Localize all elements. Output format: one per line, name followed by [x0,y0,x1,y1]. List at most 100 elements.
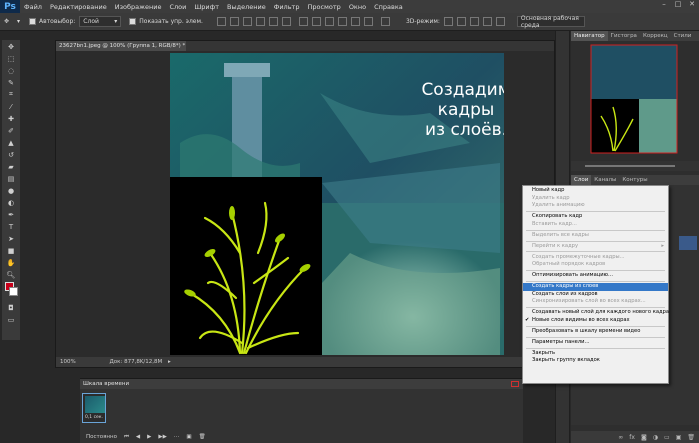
menu-filter[interactable]: Фильтр [270,3,304,11]
context-menu-item[interactable]: Создать кадры из слоев [523,283,668,291]
crop-tool-icon[interactable]: ⌗ [3,89,19,100]
tab-layers[interactable]: Слои [571,175,592,185]
hand-tool-icon[interactable]: ✋ [3,257,19,268]
menu-layers[interactable]: Слои [165,3,190,11]
auto-align-icon[interactable] [380,17,390,26]
menu-help[interactable]: Справка [370,3,407,11]
status-menu-arrow-icon[interactable]: ▸ [168,359,171,365]
tab-navigator[interactable]: Навигатор [571,31,608,41]
tween-icon[interactable]: ⋯ [174,434,180,440]
quick-select-tool-icon[interactable]: ✎ [3,77,19,88]
tab-adjustments[interactable]: Коррекц [640,33,671,39]
eyedropper-tool-icon[interactable]: ⁄ [3,101,19,112]
3d-scale-icon[interactable] [495,17,505,26]
play-icon[interactable]: ▶ [147,434,151,440]
align-middle-icon[interactable] [229,17,239,26]
screen-mode-icon[interactable]: ▭ [3,314,19,325]
context-menu-item[interactable]: Создавать новый слой для каждого нового … [523,309,669,317]
tab-channels[interactable]: Каналы [591,177,619,183]
align-bottom-icon[interactable] [242,17,252,26]
document-info[interactable]: Док: 877,8K/12,8M [109,359,162,365]
distribute-middle-icon[interactable] [311,17,321,26]
trash-icon[interactable]: 🗑︎ [687,434,695,441]
3d-slide-icon[interactable] [482,17,492,26]
history-brush-tool-icon[interactable]: ↺ [3,149,19,160]
zoom-slider[interactable] [585,165,675,167]
link-layers-icon[interactable]: ∞ [618,434,623,441]
distribute-right-icon[interactable] [363,17,373,26]
lasso-tool-icon[interactable]: ◌ [3,65,19,76]
fx-icon[interactable]: fx [629,434,635,441]
document-tab[interactable]: 23627bn1.jpeg @ 100% (Группа 1, RGB/8*) … [56,41,186,51]
context-menu-item[interactable]: Оптимизировать анимацию... [523,272,668,280]
layer-row-highlight[interactable] [679,236,697,250]
context-menu-item[interactable]: Закрыть группу вкладок [523,357,668,365]
shape-tool-icon[interactable]: ■ [3,245,19,256]
distribute-center-icon[interactable] [350,17,360,26]
context-menu-item[interactable]: Скопировать кадр [523,213,668,221]
maximize-icon[interactable]: □ [671,0,685,10]
align-left-icon[interactable] [255,17,265,26]
tool-preset-icon[interactable]: ▾ [17,18,20,25]
menu-edit[interactable]: Редактирование [46,3,111,11]
gradient-tool-icon[interactable]: ▤ [3,173,19,184]
show-controls-checkbox[interactable] [129,18,137,25]
align-center-icon[interactable] [268,17,278,26]
animation-frame-1[interactable]: 0,1 сек. [82,393,106,423]
menu-view[interactable]: Просмотр [303,3,344,11]
healing-tool-icon[interactable]: ✚ [3,113,19,124]
3d-roll-icon[interactable] [456,17,466,26]
adjustment-layer-icon[interactable]: ◑ [653,434,658,441]
mask-icon[interactable]: ◙ [641,434,647,441]
move-tool-icon[interactable]: ✥ [4,18,14,25]
quick-mask-icon[interactable]: ◘ [3,302,19,313]
3d-pan-icon[interactable] [469,17,479,26]
align-top-icon[interactable] [216,17,226,26]
canvas-image[interactable]: Создадим кадры из слоёв. [170,53,504,355]
navigator-preview[interactable] [571,41,699,161]
blur-tool-icon[interactable]: ● [3,185,19,196]
distribute-bottom-icon[interactable] [324,17,334,26]
panel-menu-icon[interactable] [511,381,519,387]
pen-tool-icon[interactable]: ✒ [3,209,19,220]
menu-image[interactable]: Изображение [111,3,166,11]
minimize-icon[interactable]: – [657,0,671,10]
tab-styles[interactable]: Стили [671,33,695,39]
context-menu-item[interactable]: Преобразовать в шкалу времени видео [523,328,668,336]
new-layer-icon[interactable]: ▣ [676,434,682,441]
eraser-tool-icon[interactable]: ▰ [3,161,19,172]
context-menu-item[interactable]: Новые слои видимы во всех кадрах ✔ [523,317,668,325]
tab-paths[interactable]: Контуры [619,177,650,183]
autoselect-dropdown[interactable]: Слой ▾ [79,16,122,27]
marquee-tool-icon[interactable]: ⬚ [3,53,19,64]
context-menu-item[interactable]: Новый кадр [523,187,668,195]
zoom-tool-icon[interactable]: 🔍︎ [3,269,19,280]
context-menu-item[interactable]: Параметры панели... [523,339,668,347]
type-tool-icon[interactable]: T [3,221,19,232]
tab-histogram[interactable]: Гистогра [608,33,640,39]
timeline-title[interactable]: Шкала времени [80,379,523,389]
first-frame-icon[interactable]: ⏮ [124,434,129,441]
delete-frame-icon[interactable]: 🗑︎ [199,434,206,440]
next-frame-icon[interactable]: ▶▶ [158,434,166,440]
distribute-left-icon[interactable] [337,17,347,26]
distribute-top-icon[interactable] [298,17,308,26]
new-group-icon[interactable]: ▭ [664,434,670,441]
path-select-tool-icon[interactable]: ➤ [3,233,19,244]
close-icon[interactable]: ✕ [685,0,699,10]
menu-select[interactable]: Выделение [223,3,270,11]
loop-options[interactable]: Постоянно [86,434,117,440]
brush-tool-icon[interactable]: ✐ [3,125,19,136]
zoom-level[interactable]: 100% [60,359,76,365]
menu-window[interactable]: Окно [345,3,370,11]
autoselect-checkbox[interactable] [29,18,37,25]
menu-file[interactable]: Файл [20,3,46,11]
menu-type[interactable]: Шрифт [190,3,223,11]
move-tool-icon[interactable]: ✥ [3,41,19,52]
align-right-icon[interactable] [281,17,291,26]
duplicate-frame-icon[interactable]: ▣ [186,434,191,440]
dodge-tool-icon[interactable]: ◐ [3,197,19,208]
prev-frame-icon[interactable]: ◀ [136,434,140,440]
frame-duration[interactable]: 0,1 сек. [83,415,105,420]
3d-rotate-icon[interactable] [443,17,453,26]
